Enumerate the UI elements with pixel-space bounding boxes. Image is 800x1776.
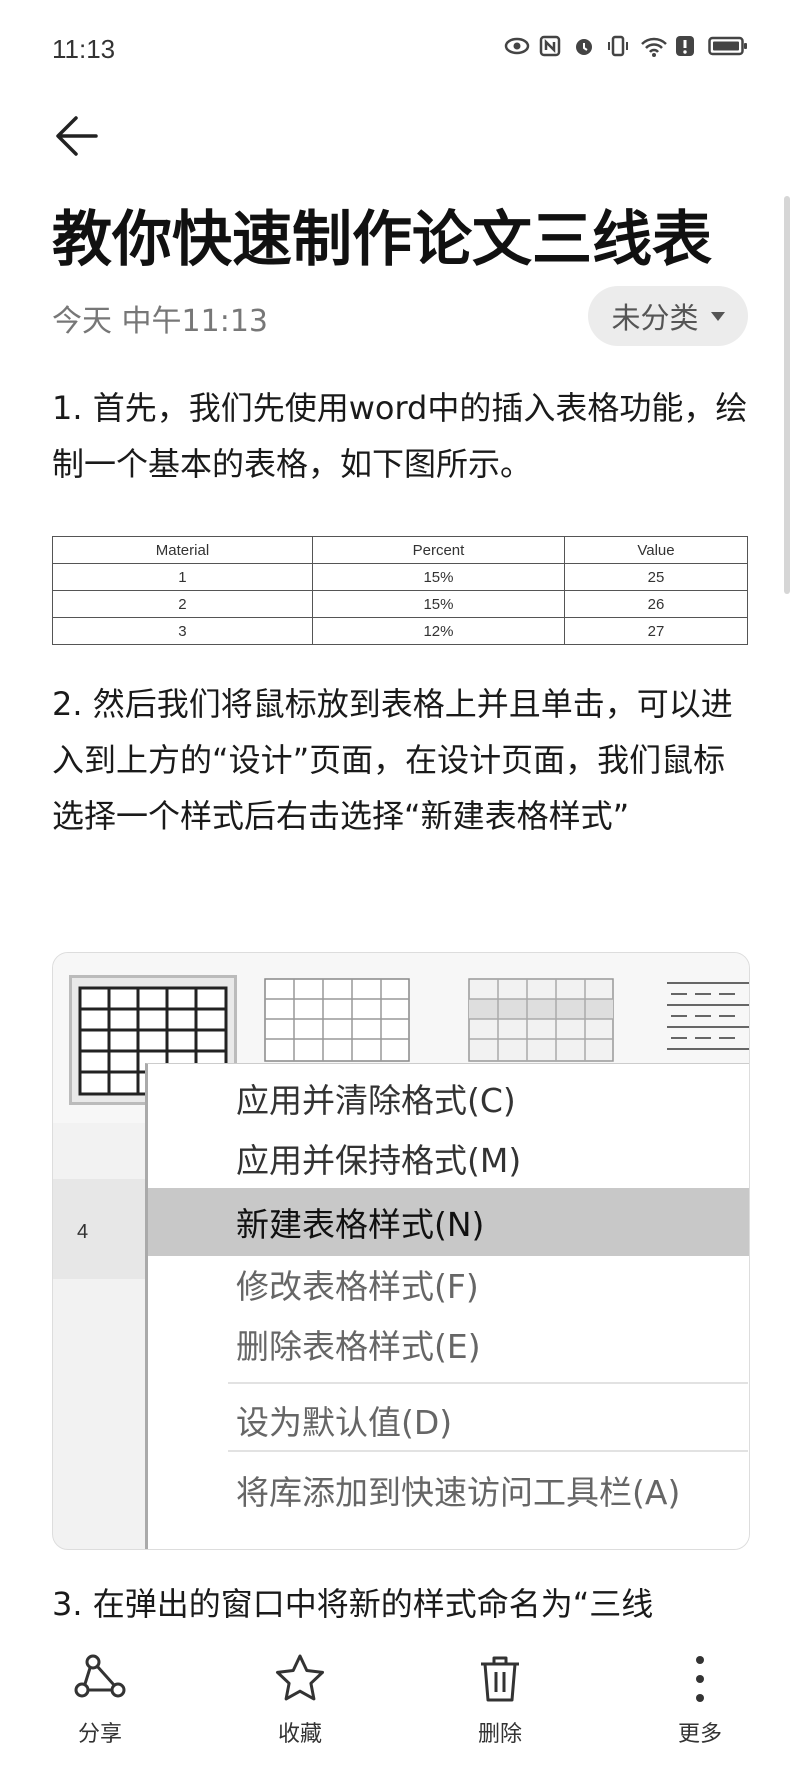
table-header-row: Material Percent Value [52, 536, 749, 564]
table-row: 1 15% 25 [52, 563, 749, 591]
table-cell: 25 [563, 563, 749, 591]
row-number: 4 [77, 1221, 89, 1243]
table-header-cell: Value [563, 536, 749, 564]
menu-item-apply-clear-format[interactable]: 应用并清除格式(C) [148, 1064, 749, 1132]
vibrate-icon [606, 34, 630, 58]
step-1-text[interactable]: 1. 首先，我们先使用word中的插入表格功能，绘制一个基本的表格，如下图所示。 [52, 380, 752, 492]
table-cell: 15% [311, 590, 565, 618]
more-button[interactable]: 更多 [640, 1652, 760, 1748]
table-cell: 26 [563, 590, 749, 618]
table-style-thumb [665, 975, 749, 1065]
table-cell: 15% [311, 563, 565, 591]
alert-icon [674, 34, 698, 58]
eye-icon [504, 34, 530, 58]
favorite-label: 收藏 [277, 1722, 322, 1747]
note-timestamp: 今天 中午11:13 [52, 304, 268, 339]
sample-word-table: Material Percent Value 1 15% 25 2 15% 26… [52, 536, 749, 645]
share-label: 分享 [77, 1722, 122, 1747]
alarm-icon [572, 34, 596, 58]
more-label: 更多 [677, 1722, 722, 1747]
menu-item-set-default[interactable]: 设为默认值(D) [148, 1386, 749, 1454]
trash-icon [481, 1656, 519, 1702]
star-icon [276, 1654, 324, 1701]
context-menu: 应用并清除格式(C) 应用并保持格式(M) 新建表格样式(N) 修改表格样式(F… [145, 1063, 749, 1549]
delete-button[interactable]: 删除 [440, 1652, 560, 1748]
menu-separator [228, 1382, 748, 1384]
nfc-icon [538, 34, 562, 58]
step-2-text[interactable]: 2. 然后我们将鼠标放到表格上并且单击，可以进入到上方的“设计”页面，在设计页面… [52, 676, 752, 844]
status-bar: 11:13 [0, 0, 800, 96]
menu-item-modify-table-style[interactable]: 修改表格样式(F) [148, 1250, 749, 1318]
scrollbar[interactable] [784, 196, 790, 594]
step-3-text[interactable]: 3. 在弹出的窗口中将新的样式命名为“三线 [52, 1576, 752, 1632]
table-style-thumb [467, 975, 617, 1065]
table-row: 3 12% 27 [52, 617, 749, 645]
table-grid-icon [667, 982, 749, 1050]
table-cell: 2 [52, 590, 313, 618]
status-time: 11:13 [52, 34, 116, 64]
table-cell: 3 [52, 617, 313, 645]
menu-item-delete-table-style[interactable]: 删除表格样式(E) [148, 1310, 749, 1378]
table-cell: 1 [52, 563, 313, 591]
more-vertical-icon [696, 1656, 704, 1702]
status-icons [504, 34, 748, 58]
table-header-cell: Material [52, 536, 313, 564]
table-cell: 12% [311, 617, 565, 645]
table-row: 2 15% 26 [52, 590, 749, 618]
menu-item-add-to-quick-access[interactable]: 将库添加到快速访问工具栏(A) [148, 1456, 749, 1524]
table-grid-icon [264, 978, 410, 1062]
favorite-button[interactable]: 收藏 [240, 1652, 360, 1748]
table-grid-icon [468, 978, 614, 1062]
wifi-icon [640, 34, 667, 58]
document-row-band [53, 1179, 145, 1279]
context-menu-screenshot: 4 应用并清除格式(C) 应用并保持格式(M) 新建表格样式(N) 修改表格样式… [52, 952, 750, 1550]
bottom-action-bar: 分享 收藏 删除 更多 [0, 1636, 800, 1776]
menu-item-apply-keep-format[interactable]: 应用并保持格式(M) [148, 1124, 749, 1192]
battery-icon [708, 34, 748, 58]
delete-label: 删除 [477, 1722, 522, 1747]
back-arrow-icon [56, 116, 98, 156]
share-icon [74, 1654, 126, 1698]
note-title[interactable]: 教你快速制作论文三线表 [52, 200, 752, 280]
table-style-thumb [263, 975, 413, 1065]
menu-separator [228, 1450, 748, 1452]
back-button[interactable] [50, 108, 106, 164]
menu-item-new-table-style[interactable]: 新建表格样式(N) [148, 1188, 749, 1256]
table-cell: 27 [563, 617, 749, 645]
category-dropdown[interactable]: 未分类 [588, 286, 748, 346]
category-label: 未分类 [611, 301, 699, 335]
share-button[interactable]: 分享 [40, 1652, 160, 1748]
table-header-cell: Percent [311, 536, 565, 564]
chevron-down-icon [710, 311, 725, 321]
